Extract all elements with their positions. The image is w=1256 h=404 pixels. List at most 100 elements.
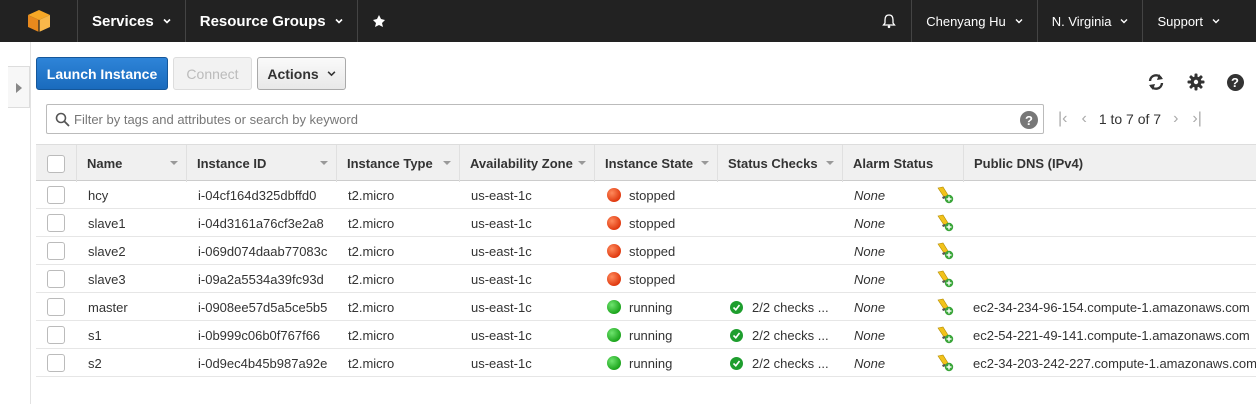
add-alarm-icon	[936, 242, 954, 260]
cell-public-dns	[973, 209, 1256, 237]
actions-dropdown[interactable]: Actions	[257, 57, 346, 90]
support-menu[interactable]: Support	[1142, 0, 1256, 42]
cell-status-checks[interactable]: 2/2 checks ...	[730, 349, 840, 377]
row-checkbox[interactable]	[47, 214, 65, 232]
status-label: 2/2 checks ...	[752, 327, 829, 343]
last-page-icon[interactable]: ›|	[1192, 110, 1201, 128]
chevron-down-icon	[163, 18, 171, 24]
first-page-icon[interactable]: |‹	[1058, 110, 1067, 128]
pin-button[interactable]	[358, 0, 400, 42]
table-row[interactable]: slave1 i-04d3161a76cf3e2a8 t2.micro us-east…	[36, 209, 1256, 237]
column-header-instance-id[interactable]: Instance ID	[186, 145, 336, 182]
sidebar-divider	[30, 42, 31, 404]
cell-name: s1	[88, 327, 102, 343]
resource-groups-label: Resource Groups	[199, 12, 326, 30]
table-row[interactable]: s2 i-0d9ec4b45b987a92e t2.micro us-east-1c r…	[36, 349, 1256, 377]
row-checkbox[interactable]	[47, 186, 65, 204]
cell-instance-id: i-0d9ec4b45b987a92e	[198, 355, 328, 371]
cell-instance-state: running	[607, 321, 715, 349]
cell-instance-type: t2.micro	[348, 215, 395, 231]
chevron-down-icon	[1212, 19, 1220, 24]
state-label: stopped	[629, 215, 676, 231]
column-header-instance-state[interactable]: Instance State	[594, 145, 717, 182]
cell-instance-id: i-04d3161a76cf3e2a8	[198, 215, 324, 231]
column-label: Status Checks	[728, 156, 818, 171]
cell-availability-zone: us-east-1c	[471, 271, 532, 287]
select-all-checkbox[interactable]	[47, 154, 65, 173]
resource-groups-menu[interactable]: Resource Groups	[186, 0, 358, 42]
add-alarm-button[interactable]	[936, 209, 958, 237]
cell-alarm-status: None	[854, 355, 886, 371]
row-select-cell	[47, 321, 67, 349]
cell-name: slave2	[88, 243, 126, 259]
column-header-name[interactable]: Name	[76, 145, 186, 182]
status-label: 2/2 checks ...	[752, 355, 829, 371]
pagination-text: 1 to 7 of 7	[1098, 111, 1162, 127]
row-checkbox[interactable]	[47, 242, 65, 260]
cell-status-checks[interactable]: 2/2 checks ...	[730, 293, 840, 321]
actions-label: Actions	[267, 65, 319, 82]
row-select-cell	[47, 293, 67, 321]
add-alarm-button[interactable]	[936, 181, 958, 209]
add-alarm-button[interactable]	[936, 321, 958, 349]
add-alarm-button[interactable]	[936, 237, 958, 265]
help-button[interactable]: ?	[1224, 71, 1246, 93]
table-row[interactable]: master i-0908ee57d5a5ce5b5 t2.micro us-east…	[36, 293, 1256, 321]
gear-icon	[1187, 73, 1205, 91]
cell-name: slave1	[88, 215, 126, 231]
account-menu[interactable]: Chenyang Hu	[911, 0, 1037, 42]
sort-icon	[170, 161, 178, 165]
row-checkbox[interactable]	[47, 270, 65, 288]
table-row[interactable]: s1 i-0b999c06b0f767f66 t2.micro us-east-1c r…	[36, 321, 1256, 349]
region-menu[interactable]: N. Virginia	[1036, 0, 1143, 42]
row-checkbox[interactable]	[47, 354, 65, 372]
row-select-cell	[47, 181, 67, 209]
status-label: 2/2 checks ...	[752, 299, 829, 315]
aws-cube-icon	[27, 10, 50, 32]
table-row[interactable]: slave2 i-069d074daab77083c t2.micro us-east…	[36, 237, 1256, 265]
column-label: Instance Type	[347, 156, 433, 171]
next-page-icon[interactable]: ›	[1173, 110, 1178, 128]
top-navigation-bar: Services Resource Groups Chenyang Hu N. …	[0, 0, 1256, 42]
settings-button[interactable]	[1185, 71, 1207, 93]
cell-alarm-status: None	[854, 243, 886, 259]
add-alarm-icon	[936, 298, 954, 316]
column-header-status-checks[interactable]: Status Checks	[717, 145, 842, 182]
sidebar-expand-toggle[interactable]	[8, 66, 30, 108]
cell-public-dns: ec2-34-234-96-154.compute-1.amazonaws.co…	[973, 299, 1250, 315]
aws-logo[interactable]	[0, 0, 78, 42]
column-header-instance-type[interactable]: Instance Type	[336, 145, 459, 182]
add-alarm-icon	[936, 186, 954, 204]
row-checkbox[interactable]	[47, 326, 65, 344]
cell-availability-zone: us-east-1c	[471, 187, 532, 203]
check-ok-icon	[730, 300, 743, 314]
connect-button[interactable]: Connect	[173, 57, 252, 90]
filter-search-box[interactable]: ?	[46, 104, 1044, 134]
cell-status-checks[interactable]: 2/2 checks ...	[730, 321, 840, 349]
row-checkbox[interactable]	[47, 298, 65, 316]
cell-instance-type: t2.micro	[348, 299, 395, 315]
search-input[interactable]	[74, 106, 1004, 132]
column-header-alarm-status[interactable]: Alarm Status	[842, 145, 963, 182]
launch-instance-button[interactable]: Launch Instance	[36, 57, 168, 90]
search-icon	[55, 112, 70, 127]
add-alarm-button[interactable]	[936, 293, 958, 321]
search-help-icon[interactable]: ?	[1020, 111, 1038, 129]
cell-instance-state: stopped	[607, 237, 715, 265]
services-menu[interactable]: Services	[78, 0, 186, 42]
state-stopped-icon	[607, 272, 621, 286]
prev-page-icon[interactable]: ‹	[1081, 110, 1086, 128]
column-header-public-dns[interactable]: Public DNS (IPv4)	[963, 145, 1256, 182]
add-alarm-button[interactable]	[936, 349, 958, 377]
cell-name: hcy	[88, 187, 109, 203]
pin-icon	[372, 15, 385, 27]
cell-instance-type: t2.micro	[348, 187, 395, 203]
cell-instance-id: i-0b999c06b0f767f66	[198, 327, 321, 343]
notifications-button[interactable]	[881, 0, 911, 42]
cell-instance-type: t2.micro	[348, 355, 395, 371]
column-header-availability-zone[interactable]: Availability Zone	[459, 145, 594, 182]
add-alarm-button[interactable]	[936, 265, 958, 293]
refresh-button[interactable]	[1145, 71, 1167, 93]
table-row[interactable]: slave3 i-09a2a5534a39fc93d t2.micro us-east…	[36, 265, 1256, 293]
table-row[interactable]: hcy i-04cf164d325dbffd0 t2.micro us-east-1c…	[36, 181, 1256, 209]
